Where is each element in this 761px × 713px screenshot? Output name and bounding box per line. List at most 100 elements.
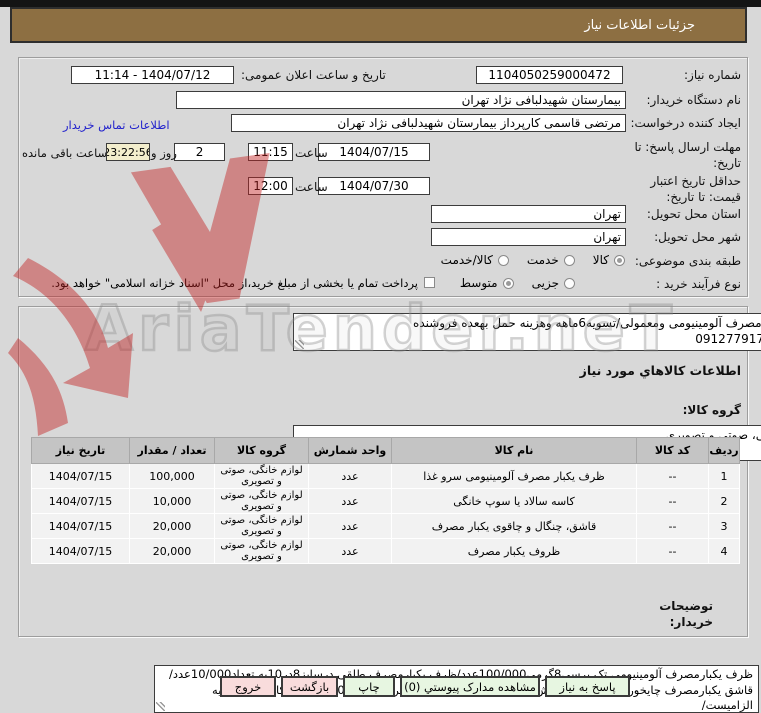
deadline-time-field[interactable]: 11:15	[248, 143, 293, 161]
table-cell: 100,000	[129, 463, 215, 489]
table-cell: 20,000	[129, 513, 215, 539]
goods-table-header-cell: ردیف	[708, 437, 740, 464]
goods-info-panel: شرح كلي نیاز: ظرف یکبارمصرف آلومینیومی و…	[18, 306, 761, 713]
delivery-city-label: شهر محل تحویل:	[654, 230, 741, 244]
table-cell: 4	[708, 538, 740, 564]
table-cell: ظرف یکبار مصرف آلومینیومی سرو غذا	[391, 463, 637, 489]
table-cell: --	[636, 538, 709, 564]
need-number-label: شماره نیاز:	[684, 68, 741, 82]
validity-hour-label: ساعت	[295, 180, 328, 194]
table-cell: لوازم خانگی، صوتی و تصویری	[214, 538, 309, 564]
table-row: 1 -- ظرف یکبار مصرف آلومینیومی سرو غذا عدد ل…	[31, 463, 740, 489]
days-remaining-field[interactable]: 2	[174, 143, 225, 161]
radio-option[interactable]: متوسط	[460, 276, 514, 290]
need-info-panel: شماره نیاز: 1104050259000472 تاریخ و ساع…	[18, 57, 748, 297]
radio-option-label: جزیی	[531, 276, 559, 290]
announce-datetime-label: تاریخ و ساعت اعلان عمومی:	[241, 68, 386, 82]
radio-icon[interactable]	[614, 254, 625, 266]
hours-remaining-label: ساعت باقی مانده	[22, 146, 108, 160]
buyer-contact-link[interactable]: اطلاعات تماس خریدار	[63, 118, 170, 132]
table-cell: لوازم خانگی، صوتی و تصویری	[214, 513, 309, 539]
radio-option-label: کالا/خدمت	[440, 253, 493, 267]
radio-icon[interactable]	[497, 254, 509, 266]
table-cell: 10,000	[129, 488, 215, 514]
table-row: 3 -- قاشق، چنگال و چاقوی یکبار مصرف عدد لواز…	[31, 513, 740, 539]
need-number-field[interactable]: 1104050259000472	[476, 66, 623, 84]
table-cell: 3	[708, 513, 740, 539]
table-cell: 1404/07/15	[31, 488, 130, 514]
treasury-payment-row: پرداخت تمام یا بخشی از مبلغ خرید،از محل …	[21, 276, 435, 290]
validity-time-field[interactable]: 12:00	[248, 177, 293, 195]
goods-table-header-cell: گروه کالا	[214, 437, 309, 464]
response-deadline-label: مهلت ارسال پاسخ: تا تاریخ:	[634, 140, 741, 170]
table-cell: ظروف یکبار مصرف	[391, 538, 637, 564]
treasury-payment-checkbox[interactable]	[424, 277, 435, 288]
goods-table-header-cell: کد کالا	[636, 437, 709, 464]
goods-section-title: اطلاعات كالاهاي مورد نیاز	[579, 363, 741, 378]
goods-table-header-cell: تاریخ نیاز	[31, 437, 130, 464]
radio-icon[interactable]	[502, 277, 514, 289]
table-cell: عدد	[308, 538, 392, 564]
radio-icon[interactable]	[564, 277, 575, 289]
table-row: 4 -- ظروف یکبار مصرف عدد لوازم خانگی، صوتی و…	[31, 538, 740, 564]
radio-option[interactable]: کالا	[593, 253, 625, 267]
table-cell: --	[636, 463, 709, 489]
delivery-city-field[interactable]: تهران	[431, 228, 626, 246]
radio-option-label: خدمت	[526, 253, 559, 267]
table-cell: 1404/07/15	[31, 538, 130, 564]
page-header-bar: جزئیات اطلاعات نیاز	[10, 7, 747, 43]
validity-date-field[interactable]: 1404/07/30	[318, 177, 430, 195]
radio-option[interactable]: خدمت	[527, 253, 575, 267]
table-cell: 20,000	[129, 538, 215, 564]
goods-table-header-cell: نام کالا	[391, 437, 637, 464]
countdown-timer: 23:22:56	[106, 143, 150, 161]
window-top-strip	[0, 0, 761, 7]
goods-table-body: 1 -- ظرف یکبار مصرف آلومینیومی سرو غذا عدد ل…	[31, 463, 740, 564]
need-description-textarea[interactable]: ظرف یکبارمصرف آلومینیومی ومعمولی/تسویه6م…	[293, 313, 761, 351]
classification-radio-group[interactable]: کالا خدمت کالا/خدمت	[441, 253, 625, 267]
table-cell: عدد	[308, 463, 392, 489]
goods-group-label: گروه كالا:	[682, 403, 741, 417]
radio-option-label: کالا	[592, 253, 609, 267]
classification-label: طبقه بندی موضوعی:	[634, 254, 741, 268]
table-cell: --	[636, 488, 709, 514]
table-cell: 1404/07/15	[31, 513, 130, 539]
goods-table-header-cell: واحد شمارش	[308, 437, 392, 464]
goods-table-header-row: ردیف کد کالا نام کالا واحد شمارش گروه کالا تع…	[31, 437, 740, 464]
table-cell: 2	[708, 488, 740, 514]
print-button[interactable]: چاپ	[343, 676, 395, 697]
delivery-province-field[interactable]: تهران	[431, 205, 626, 223]
table-row: 2 -- کاسه سالاد یا سوپ خانگی عدد لوازم خانگی…	[31, 488, 740, 514]
table-cell: 1404/07/15	[31, 463, 130, 489]
treasury-payment-text: پرداخت تمام یا بخشی از مبلغ خرید،از محل …	[51, 276, 418, 290]
table-cell: لوازم خانگی، صوتی و تصویری	[214, 463, 309, 489]
radio-option[interactable]: کالا/خدمت	[441, 253, 509, 267]
need-details-page: { "page": { "title": "جزئیات اطلاعات نیا…	[0, 0, 761, 713]
radio-icon[interactable]	[563, 254, 575, 266]
goods-table-header-cell: تعداد / مقدار	[129, 437, 215, 464]
radio-option[interactable]: جزیی	[532, 276, 575, 290]
delivery-province-label: استان محل تحویل:	[646, 207, 741, 221]
buyer-org-label: نام دستگاه خریدار:	[646, 93, 742, 107]
request-creator-field[interactable]: مرتضی قاسمی کارپرداز بیمارستان شهیدلبافی…	[231, 114, 626, 132]
announce-datetime-field[interactable]: 1404/07/12 - 11:14	[71, 66, 234, 84]
process-type-radio-group[interactable]: جزیی متوسط	[460, 276, 575, 290]
respond-to-need-button[interactable]: پاسخ به نیاز	[545, 676, 630, 697]
table-cell: عدد	[308, 513, 392, 539]
table-cell: کاسه سالاد یا سوپ خانگی	[391, 488, 637, 514]
table-cell: --	[636, 513, 709, 539]
process-type-label: نوع فرآیند خرید :	[656, 277, 741, 291]
request-creator-label: ایجاد کننده درخواست:	[630, 116, 741, 130]
radio-option-label: متوسط	[459, 276, 498, 290]
page-title: جزئیات اطلاعات نیاز	[584, 17, 695, 33]
buyer-org-field[interactable]: بیمارستان شهیدلبافی نژاد تهران	[176, 91, 626, 109]
back-button[interactable]: بازگشت	[281, 676, 338, 697]
table-cell: عدد	[308, 488, 392, 514]
view-attachments-button[interactable]: مشاهده مدارک پیوستي (0)	[400, 676, 540, 697]
deadline-date-field[interactable]: 1404/07/15	[318, 143, 430, 161]
deadline-hour-label: ساعت	[295, 146, 328, 160]
days-and-label: روز و	[151, 146, 177, 160]
table-cell: قاشق، چنگال و چاقوی یکبار مصرف	[391, 513, 637, 539]
price-validity-label: حداقل تاریخ اعتبار قیمت: تا تاریخ:	[650, 174, 741, 204]
exit-button[interactable]: خروج	[220, 676, 276, 697]
